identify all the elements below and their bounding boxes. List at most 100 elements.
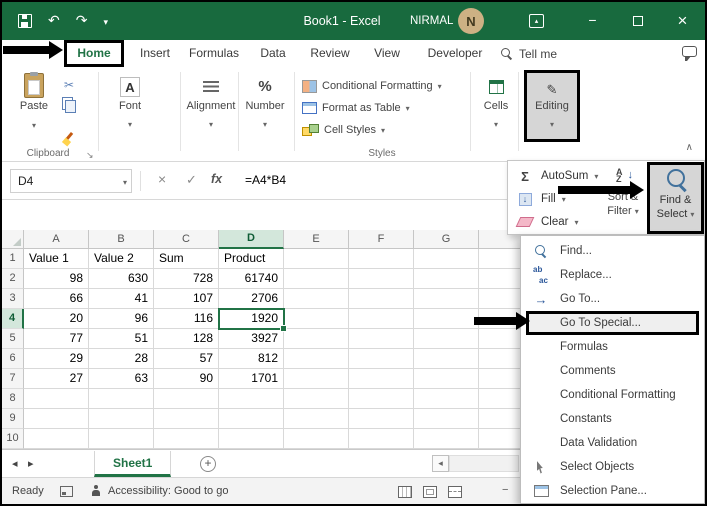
page-layout-view-icon[interactable] (423, 486, 437, 498)
cell-E1[interactable] (284, 249, 349, 269)
column-header-a[interactable]: A (24, 230, 89, 249)
cell-B6[interactable]: 28 (89, 349, 154, 369)
tab-formulas[interactable]: Formulas (184, 40, 244, 67)
collapse-ribbon-icon[interactable] (686, 137, 693, 155)
add-sheet-icon[interactable] (200, 456, 216, 472)
cell-G2[interactable] (414, 269, 479, 289)
menu-item-go-to-special[interactable]: Go To Special... (526, 311, 699, 335)
cell-F5[interactable] (349, 329, 414, 349)
cell-G1[interactable] (414, 249, 479, 269)
column-header-d[interactable]: D (219, 230, 284, 249)
cell-G9[interactable] (414, 409, 479, 429)
redo-icon[interactable] (76, 12, 88, 30)
cell-G7[interactable] (414, 369, 479, 389)
enter-icon[interactable] (186, 172, 197, 188)
menu-item-comments[interactable]: Comments (521, 359, 704, 383)
column-header-c[interactable]: C (154, 230, 219, 249)
select-all-corner[interactable] (2, 230, 24, 249)
cell-B10[interactable] (89, 429, 154, 449)
close-button[interactable] (660, 2, 705, 40)
conditional-formatting-button[interactable]: Conditional Formatting (302, 77, 442, 95)
row-header-6[interactable]: 6 (2, 349, 24, 369)
cell-D1[interactable]: Product (219, 249, 284, 269)
save-icon[interactable] (18, 14, 32, 28)
customize-toolbar-icon[interactable] (103, 12, 108, 30)
cell-D2[interactable]: 61740 (219, 269, 284, 289)
undo-icon[interactable] (48, 12, 60, 30)
find-select-button[interactable]: Find & Select (647, 162, 704, 234)
cell-D3[interactable]: 2706 (219, 289, 284, 309)
tab-data[interactable]: Data (252, 40, 294, 67)
column-header-g[interactable]: G (414, 230, 479, 249)
cancel-icon[interactable] (158, 171, 166, 187)
cell-G6[interactable] (414, 349, 479, 369)
alignment-button[interactable]: Alignment (184, 75, 238, 132)
cell-G10[interactable] (414, 429, 479, 449)
cell-E4[interactable] (284, 309, 349, 329)
column-header-b[interactable]: B (89, 230, 154, 249)
tab-view[interactable]: View (366, 40, 408, 67)
macro-record-icon[interactable] (60, 486, 73, 497)
row-header-5[interactable]: 5 (2, 329, 24, 349)
menu-item-selection-pane[interactable]: Selection Pane... (521, 479, 704, 503)
cell-C6[interactable]: 57 (154, 349, 219, 369)
cell-A5[interactable]: 77 (24, 329, 89, 349)
paste-button[interactable]: Paste (12, 72, 56, 133)
cell-C9[interactable] (154, 409, 219, 429)
sheet-tab-sheet1[interactable]: Sheet1 (94, 451, 172, 477)
sheet-nav-left-icon[interactable] (12, 457, 18, 470)
cell-B3[interactable]: 41 (89, 289, 154, 309)
cell-C3[interactable]: 107 (154, 289, 219, 309)
cells-button[interactable]: Cells (474, 75, 518, 132)
cell-C8[interactable] (154, 389, 219, 409)
tab-home[interactable]: Home (64, 40, 124, 67)
cell-B5[interactable]: 51 (89, 329, 154, 349)
cell-F2[interactable] (349, 269, 414, 289)
cell-F9[interactable] (349, 409, 414, 429)
cell-F1[interactable] (349, 249, 414, 269)
cell-C4[interactable]: 116 (154, 309, 219, 329)
cell-B4[interactable]: 96 (89, 309, 154, 329)
normal-view-icon[interactable] (398, 486, 412, 498)
menu-item-conditional-formatting[interactable]: Conditional Formatting (521, 383, 704, 407)
cell-A1[interactable]: Value 1 (24, 249, 89, 269)
cell-F8[interactable] (349, 389, 414, 409)
clear-button[interactable]: Clear (515, 211, 579, 233)
cell-F6[interactable] (349, 349, 414, 369)
column-header-f[interactable]: F (349, 230, 414, 249)
cell-E7[interactable] (284, 369, 349, 389)
autosum-button[interactable]: AutoSum (515, 165, 598, 187)
menu-item-find[interactable]: Find... (521, 239, 704, 263)
cell-A6[interactable]: 29 (24, 349, 89, 369)
sheet-nav-right-icon[interactable] (28, 457, 34, 470)
cell-A8[interactable] (24, 389, 89, 409)
cell-C2[interactable]: 728 (154, 269, 219, 289)
menu-item-go-to[interactable]: Go To... (521, 287, 704, 311)
cell-C1[interactable]: Sum (154, 249, 219, 269)
tab-review[interactable]: Review (304, 40, 356, 67)
user-name[interactable]: NIRMAL (410, 15, 453, 27)
menu-item-constants[interactable]: Constants (521, 407, 704, 431)
cell-B8[interactable] (89, 389, 154, 409)
accessibility-status[interactable]: Accessibility: Good to go (108, 485, 228, 497)
format-painter-icon[interactable] (60, 131, 78, 147)
cell-A10[interactable] (24, 429, 89, 449)
row-header-8[interactable]: 8 (2, 389, 24, 409)
tab-developer[interactable]: Developer (420, 40, 490, 67)
cell-D8[interactable] (219, 389, 284, 409)
cell-D6[interactable]: 812 (219, 349, 284, 369)
row-header-9[interactable]: 9 (2, 409, 24, 429)
cell-B2[interactable]: 630 (89, 269, 154, 289)
cell-styles-button[interactable]: Cell Styles (302, 121, 385, 139)
cell-E2[interactable] (284, 269, 349, 289)
number-button[interactable]: Number (242, 75, 288, 132)
editing-button[interactable]: Editing (524, 70, 580, 142)
cell-E3[interactable] (284, 289, 349, 309)
cell-D7[interactable]: 1701 (219, 369, 284, 389)
cell-G3[interactable] (414, 289, 479, 309)
ribbon-display-options-icon[interactable] (529, 14, 544, 28)
cell-A7[interactable]: 27 (24, 369, 89, 389)
cell-F7[interactable] (349, 369, 414, 389)
formula-input[interactable]: =A4*B4 (245, 173, 286, 187)
minimize-button[interactable] (570, 2, 615, 40)
